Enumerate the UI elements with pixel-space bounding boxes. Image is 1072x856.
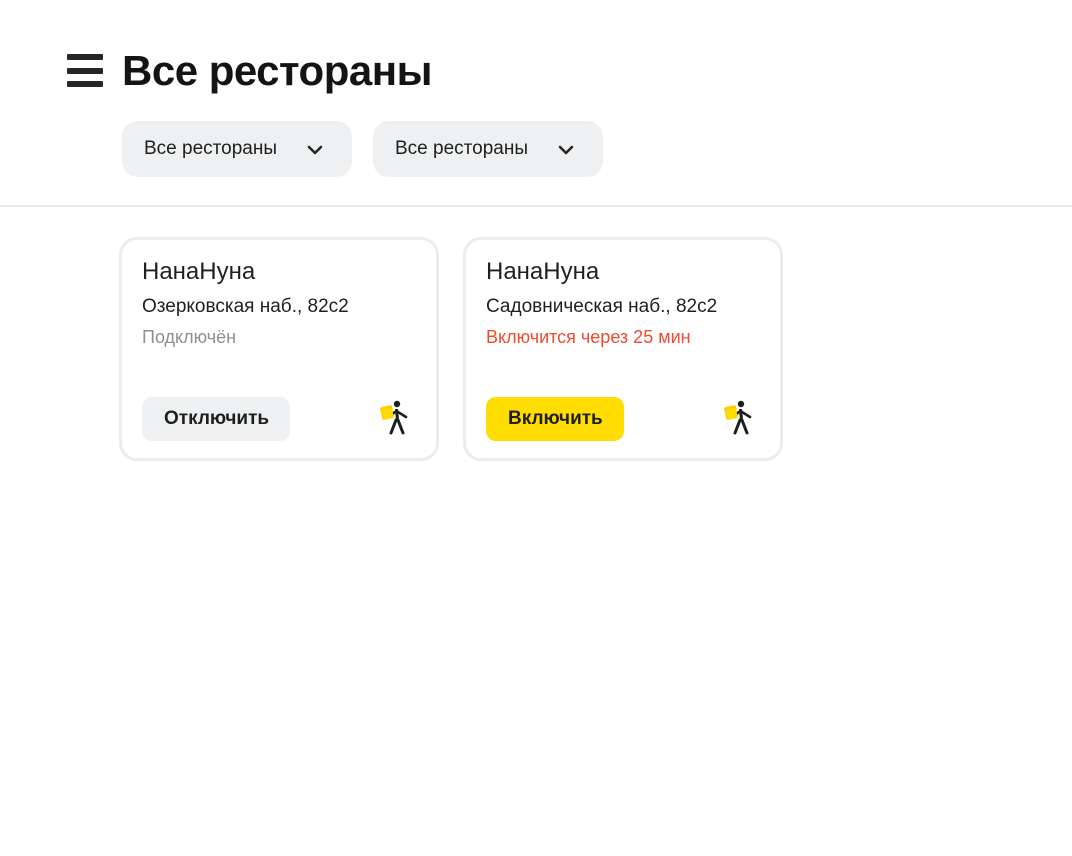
page-title: Все рестораны (122, 47, 432, 94)
menu-icon[interactable] (67, 54, 103, 87)
restaurant-status: Подключён (142, 327, 237, 347)
restaurant-card: НанаНуна Садовническая наб., 82с2 Включи… (463, 237, 783, 461)
restaurant-status: Включится через 25 мин (486, 327, 691, 347)
restaurant-filter-dropdown-2[interactable]: Все рестораны (373, 121, 603, 177)
filter-label: Все рестораны (395, 138, 528, 159)
restaurant-name: НанаНуна (486, 258, 600, 285)
chevron-down-icon (558, 145, 574, 155)
restaurant-address: Садовническая наб., 82с2 (486, 296, 718, 317)
restaurant-name: НанаНуна (142, 258, 256, 285)
walking-courier-icon (724, 400, 752, 435)
restaurant-card: НанаНуна Озерковская наб., 82с2 Подключё… (119, 237, 439, 461)
enable-button[interactable]: Включить (486, 397, 624, 441)
disable-button[interactable]: Отключить (142, 397, 290, 441)
chevron-down-icon (307, 145, 323, 155)
header: Все рестораны Все рестораны Все ресторан… (0, 0, 1072, 207)
filter-label: Все рестораны (144, 138, 277, 159)
restaurant-address: Озерковская наб., 82с2 (142, 296, 349, 317)
walking-courier-icon (380, 400, 408, 435)
restaurant-filter-dropdown[interactable]: Все рестораны (122, 121, 352, 177)
page: Все рестораны Все рестораны Все ресторан… (0, 0, 1072, 856)
